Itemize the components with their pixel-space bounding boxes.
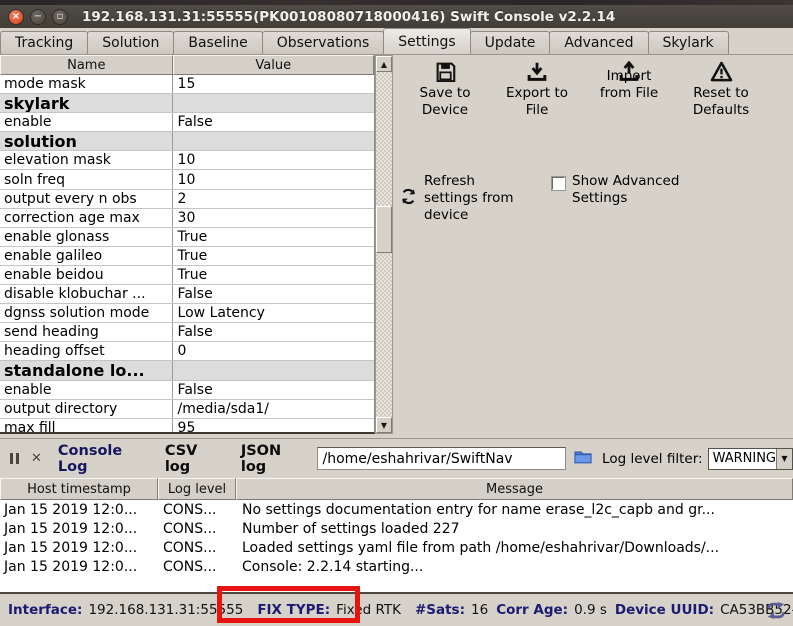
table-row[interactable]: enable galileoTrue bbox=[0, 247, 374, 266]
fix-type-label: FIX TYPE: bbox=[257, 602, 330, 618]
table-row[interactable]: enableFalse bbox=[0, 381, 374, 400]
column-header-name[interactable]: Name bbox=[0, 55, 173, 75]
column-header-host-timestamp[interactable]: Host timestamp bbox=[0, 478, 158, 500]
reset-to-defaults-button[interactable]: Reset to Defaults bbox=[682, 60, 760, 119]
table-row[interactable]: elevation mask10 bbox=[0, 151, 374, 170]
log-level-filter-label: Log level filter: bbox=[602, 451, 703, 467]
refresh-settings-button[interactable]: Refresh settings from device bbox=[400, 173, 532, 224]
log-row[interactable]: Jan 15 2019 12:0...CONS...Number of sett… bbox=[0, 519, 793, 538]
tab-solution[interactable]: Solution bbox=[87, 31, 174, 54]
scroll-up-icon[interactable]: ▲ bbox=[376, 56, 392, 72]
swift-console-window: × − ▫ 192.168.131.31:55555(PK00108080718… bbox=[0, 0, 793, 626]
tab-advanced[interactable]: Advanced bbox=[549, 31, 648, 54]
refresh-icon bbox=[400, 188, 417, 209]
log-level-dropdown[interactable]: WARNING ▼ bbox=[708, 448, 793, 470]
sats-label: #Sats: bbox=[415, 602, 465, 618]
fix-type-value: Fixed RTK bbox=[336, 602, 401, 618]
table-row[interactable]: output every n obs2 bbox=[0, 190, 374, 209]
log-row[interactable]: Jan 15 2019 12:0...CONS...No settings do… bbox=[0, 500, 793, 519]
json-log-tab[interactable]: JSON log bbox=[241, 443, 302, 475]
tab-skylark[interactable]: Skylark bbox=[648, 31, 729, 54]
pause-icon[interactable] bbox=[10, 453, 19, 464]
save-to-device-button[interactable]: Save to Device bbox=[406, 60, 484, 119]
table-row[interactable]: max fill95 bbox=[0, 419, 374, 434]
column-header-value[interactable]: Value bbox=[173, 55, 374, 75]
log-row[interactable]: Jan 15 2019 12:0...CONS...Loaded setting… bbox=[0, 538, 793, 557]
window-close-button[interactable]: × bbox=[8, 9, 24, 25]
settings-actions-panel: Save to Device Export to File Import fro… bbox=[394, 55, 793, 438]
table-row[interactable]: output directory/media/sda1/ bbox=[0, 400, 374, 419]
tab-baseline[interactable]: Baseline bbox=[173, 31, 262, 54]
table-section-row[interactable]: solution bbox=[0, 132, 374, 151]
window-minimize-button[interactable]: − bbox=[30, 9, 46, 25]
show-advanced-label: Show Advanced Settings bbox=[572, 173, 684, 207]
sats-value: 16 bbox=[471, 602, 488, 618]
import-from-file-button[interactable]: Import from File bbox=[590, 60, 668, 119]
log-path-input[interactable] bbox=[317, 447, 566, 470]
corr-age-value: 0.9 s bbox=[574, 602, 607, 618]
table-row[interactable]: disable klobuchar ...False bbox=[0, 285, 374, 304]
table-row[interactable]: send headingFalse bbox=[0, 323, 374, 342]
clear-log-icon[interactable]: ✕ bbox=[31, 451, 42, 466]
save-icon bbox=[435, 60, 456, 82]
tab-observations[interactable]: Observations bbox=[262, 31, 385, 54]
log-table-header: Host timestamp Log level Message bbox=[0, 478, 793, 500]
interface-value: 192.168.131.31:55555 bbox=[88, 602, 243, 618]
table-row[interactable]: correction age max30 bbox=[0, 209, 374, 228]
table-row[interactable]: heading offset0 bbox=[0, 342, 374, 361]
dropdown-arrow-icon[interactable]: ▼ bbox=[776, 449, 792, 469]
scrollbar-thumb[interactable] bbox=[376, 206, 392, 253]
table-row[interactable]: mode mask15 bbox=[0, 75, 374, 94]
status-bar: Interface: 192.168.131.31:55555 FIX TYPE… bbox=[0, 592, 793, 626]
show-advanced-checkbox[interactable] bbox=[552, 177, 565, 190]
export-icon bbox=[526, 60, 548, 82]
table-row[interactable]: enableFalse bbox=[0, 113, 374, 132]
table-section-row[interactable]: skylark bbox=[0, 94, 374, 113]
title-bar: × − ▫ 192.168.131.31:55555(PK00108080718… bbox=[0, 5, 793, 28]
settings-table: Name Value mode mask15 skylark enableFal… bbox=[0, 55, 375, 434]
settings-table-header: Name Value bbox=[0, 55, 374, 75]
table-row[interactable]: dgnss solution modeLow Latency bbox=[0, 304, 374, 323]
csv-log-tab[interactable]: CSV log bbox=[165, 443, 219, 475]
device-uuid-label: Device UUID: bbox=[615, 602, 714, 618]
export-to-file-button[interactable]: Export to File bbox=[498, 60, 576, 119]
column-header-log-level[interactable]: Log level bbox=[158, 478, 236, 500]
table-row[interactable]: enable beidouTrue bbox=[0, 266, 374, 285]
column-header-message[interactable]: Message bbox=[236, 478, 793, 500]
console-toolbar: ✕ Console Log CSV log JSON log Log level… bbox=[0, 438, 793, 478]
window-maximize-button[interactable]: ▫ bbox=[52, 9, 68, 25]
table-section-row[interactable]: standalone lo... bbox=[0, 361, 374, 380]
window-title: 192.168.131.31:55555(PK00108080718000416… bbox=[82, 9, 615, 25]
reconnect-cycle-icon[interactable] bbox=[765, 602, 787, 623]
log-table-body: Jan 15 2019 12:0...CONS...No settings do… bbox=[0, 500, 793, 592]
table-row[interactable]: soln freq10 bbox=[0, 170, 374, 189]
corr-age-label: Corr Age: bbox=[496, 602, 568, 618]
tab-tracking[interactable]: Tracking bbox=[0, 31, 88, 54]
main-tab-bar: Tracking Solution Baseline Observations … bbox=[0, 28, 793, 55]
console-log-tab[interactable]: Console Log bbox=[58, 443, 143, 475]
interface-label: Interface: bbox=[8, 602, 82, 618]
settings-scrollbar[interactable]: ▲ ▼ bbox=[375, 55, 393, 434]
tab-settings[interactable]: Settings bbox=[383, 28, 470, 54]
table-row[interactable]: enable glonassTrue bbox=[0, 228, 374, 247]
settings-panel: Name Value mode mask15 skylark enableFal… bbox=[0, 55, 793, 438]
tab-update[interactable]: Update bbox=[470, 31, 551, 54]
log-row[interactable]: Jan 15 2019 12:0...CONS...Console: 2.2.1… bbox=[0, 557, 793, 576]
warning-icon bbox=[710, 60, 733, 82]
folder-icon[interactable] bbox=[574, 449, 592, 468]
scroll-down-icon[interactable]: ▼ bbox=[376, 417, 392, 433]
